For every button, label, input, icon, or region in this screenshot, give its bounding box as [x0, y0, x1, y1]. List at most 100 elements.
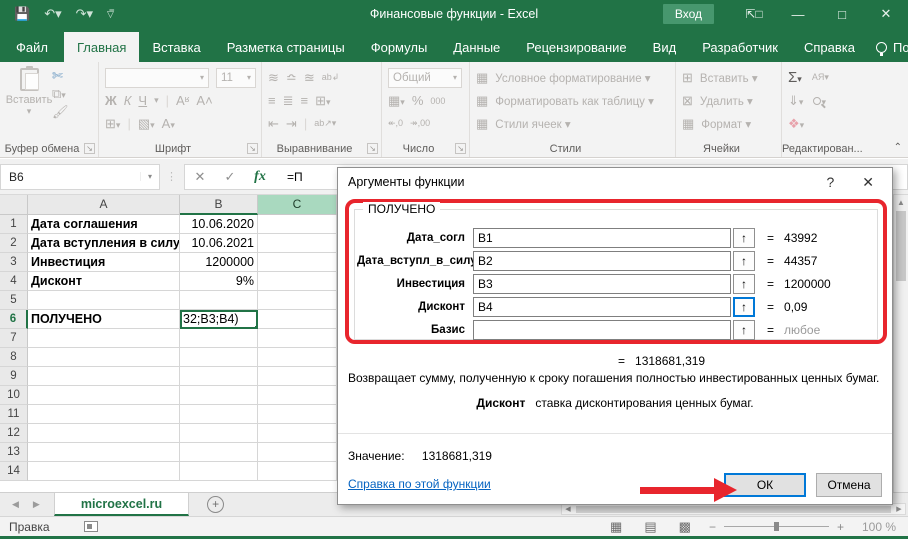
cell-b5[interactable]: [180, 291, 258, 310]
formula-text[interactable]: =П: [287, 170, 303, 184]
argument-input-3[interactable]: [473, 297, 731, 317]
undo-icon[interactable]: ↶▾: [44, 6, 61, 22]
align-middle-icon[interactable]: ≏: [286, 70, 297, 86]
row-header-13[interactable]: 13: [0, 443, 28, 462]
copy-icon[interactable]: ⧉▾: [52, 86, 69, 102]
insert-cells-button[interactable]: ⊞Вставить ▾: [682, 67, 777, 88]
cell-c3[interactable]: [258, 253, 337, 272]
cell-c11[interactable]: [258, 405, 337, 424]
tab-рецензирование[interactable]: Рецензирование: [513, 32, 639, 62]
customize-qat-icon[interactable]: ▽̅: [107, 9, 114, 20]
decrease-indent-icon[interactable]: ⇤: [268, 116, 279, 132]
cell-b12[interactable]: [180, 424, 258, 443]
close-button[interactable]: ✕: [864, 0, 908, 28]
cell-c8[interactable]: [258, 348, 337, 367]
accounting-format-icon[interactable]: ▦▾: [388, 93, 405, 109]
login-button[interactable]: Вход: [663, 4, 714, 24]
prev-sheet-icon[interactable]: ◀: [12, 499, 19, 510]
grow-font-button[interactable]: Аʶ: [176, 93, 189, 108]
page-layout-view-icon[interactable]: ▤: [644, 519, 656, 535]
tab-вид[interactable]: Вид: [640, 32, 690, 62]
collapse-dialog-icon[interactable]: ↑: [733, 228, 755, 248]
cell-c9[interactable]: [258, 367, 337, 386]
dialog-close-icon[interactable]: ✕: [862, 174, 874, 191]
align-right-icon[interactable]: ≡: [301, 93, 309, 108]
cell-a3[interactable]: Инвестиция: [28, 253, 180, 272]
cell-b10[interactable]: [180, 386, 258, 405]
font-name-select[interactable]: ▾: [105, 68, 209, 88]
cell-a14[interactable]: [28, 462, 180, 481]
cell-a2[interactable]: Дата вступления в силу: [28, 234, 180, 253]
tab-данные[interactable]: Данные: [440, 32, 513, 62]
row-header-3[interactable]: 3: [0, 253, 28, 272]
tab-help[interactable]: Помощн: [868, 32, 908, 62]
styles-item-1[interactable]: ▦Форматировать как таблицу ▾: [476, 90, 671, 111]
horizontal-scroll-thumb[interactable]: [576, 506, 891, 513]
cell-c1[interactable]: [258, 215, 337, 234]
cell-a13[interactable]: [28, 443, 180, 462]
row-header-8[interactable]: 8: [0, 348, 28, 367]
normal-view-icon[interactable]: ▦: [610, 519, 622, 535]
redo-icon[interactable]: ↷▾: [76, 6, 93, 22]
column-header-c[interactable]: C: [258, 195, 337, 215]
enter-entry-icon[interactable]: ✓: [215, 169, 245, 185]
number-format-select[interactable]: Общий▾: [388, 68, 462, 88]
dialog-help-icon[interactable]: ?: [826, 174, 834, 191]
cell-a10[interactable]: [28, 386, 180, 405]
vertical-scroll-thumb[interactable]: [896, 211, 906, 281]
minimize-button[interactable]: —: [776, 0, 820, 28]
cell-a5[interactable]: [28, 291, 180, 310]
decrease-decimal-icon[interactable]: ↠,00: [410, 118, 430, 129]
cell-c5[interactable]: [258, 291, 337, 310]
font-color-button[interactable]: А▾: [162, 116, 175, 131]
name-box-dropdown-icon[interactable]: ▾: [140, 172, 159, 181]
cell-b1[interactable]: 10.06.2020: [180, 215, 258, 234]
dialog-title-bar[interactable]: Аргументы функции ? ✕: [338, 168, 892, 196]
paste-button[interactable]: Вставить ▾: [6, 66, 52, 120]
tab-справка[interactable]: Справка: [791, 32, 868, 62]
cell-b9[interactable]: [180, 367, 258, 386]
row-header-2[interactable]: 2: [0, 234, 28, 253]
font-size-select[interactable]: 11▾: [216, 68, 256, 88]
new-sheet-button[interactable]: +: [207, 496, 224, 513]
cell-c7[interactable]: [258, 329, 337, 348]
zoom-in-icon[interactable]: +: [837, 520, 844, 534]
shrink-font-button[interactable]: А˄: [196, 93, 212, 108]
argument-input-2[interactable]: [473, 274, 731, 294]
cell-c14[interactable]: [258, 462, 337, 481]
argument-input-0[interactable]: [473, 228, 731, 248]
align-bottom-icon[interactable]: ≊: [304, 70, 315, 86]
cell-b4[interactable]: 9%: [180, 272, 258, 291]
column-header-a[interactable]: A: [28, 195, 180, 215]
cell-c2[interactable]: [258, 234, 337, 253]
cell-b7[interactable]: [180, 329, 258, 348]
collapse-dialog-icon[interactable]: ↑: [733, 297, 755, 317]
borders-button[interactable]: ⊞▾: [105, 116, 120, 132]
align-center-icon[interactable]: ≣: [283, 93, 294, 109]
scroll-right-icon[interactable]: ▶: [893, 505, 905, 513]
insert-function-icon[interactable]: fx: [245, 169, 275, 185]
tab-главная[interactable]: Главная: [64, 32, 139, 62]
sheet-tab[interactable]: microexcel.ru: [54, 493, 189, 516]
align-left-icon[interactable]: ≡: [268, 93, 276, 108]
italic-button[interactable]: К: [124, 93, 132, 108]
cancel-entry-icon[interactable]: ✕: [185, 169, 215, 185]
number-dialog-launcher-icon[interactable]: ↘: [455, 143, 466, 154]
fill-handle[interactable]: [254, 325, 258, 329]
page-break-view-icon[interactable]: ▩: [679, 519, 691, 535]
row-header-6[interactable]: 6: [0, 310, 28, 329]
function-help-link[interactable]: Справка по этой функции: [348, 477, 491, 491]
next-sheet-icon[interactable]: ▶: [33, 499, 40, 510]
cell-a12[interactable]: [28, 424, 180, 443]
collapse-dialog-icon[interactable]: ↑: [733, 274, 755, 294]
comma-style-icon[interactable]: 000: [430, 96, 445, 106]
cell-c4[interactable]: [258, 272, 337, 291]
format-cells-button[interactable]: ▦Формат ▾: [682, 113, 777, 134]
orientation-icon[interactable]: ab↗▾: [314, 118, 336, 129]
cell-b6[interactable]: 32;B3;B4): [180, 310, 258, 329]
autosum-icon[interactable]: Σ▾: [788, 69, 802, 86]
cell-b13[interactable]: [180, 443, 258, 462]
sort-filter-icon[interactable]: АЯ▾: [812, 72, 829, 83]
argument-input-4[interactable]: [473, 320, 731, 340]
delete-cells-button[interactable]: ⊠Удалить ▾: [682, 90, 777, 111]
